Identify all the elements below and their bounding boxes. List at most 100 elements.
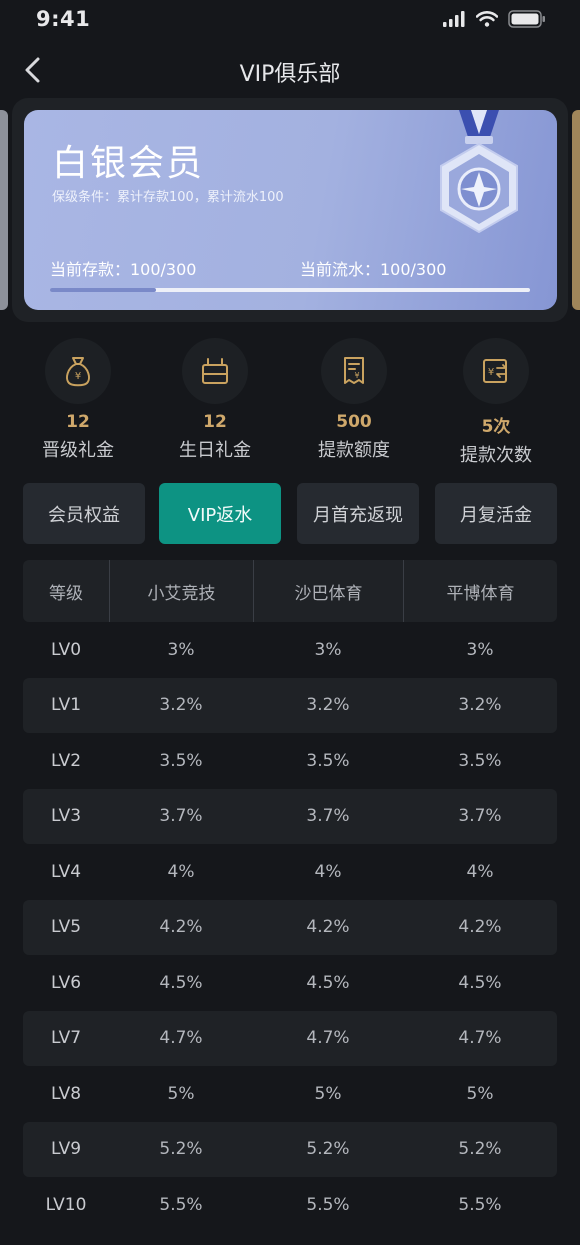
level-progress-bar bbox=[50, 288, 530, 292]
perk-icon-circle bbox=[182, 338, 248, 404]
rebate-cell: 3.7% bbox=[159, 806, 203, 827]
prev-card-peek[interactable] bbox=[0, 110, 8, 310]
current-flow: 当前流水：100/300 bbox=[300, 260, 447, 279]
rebate-cell: 3.5% bbox=[159, 750, 203, 771]
rebate-cell: 5.2% bbox=[306, 1139, 350, 1160]
perk-label: 晋级礼金 bbox=[42, 440, 114, 461]
level-cell: LV1 bbox=[50, 695, 82, 716]
next-card-peek[interactable] bbox=[572, 110, 580, 310]
rebate-cell: 3.5% bbox=[458, 750, 502, 771]
perk-icon-circle: ¥ bbox=[45, 338, 111, 404]
rebate-cell: 4.5% bbox=[159, 972, 203, 993]
vip-level-card[interactable]: 白银会员 保级条件：累计存款100，累计流水100 当前存款：100/300 当… bbox=[24, 110, 557, 310]
table-row: LV8 5% 5% 5% bbox=[23, 1066, 557, 1122]
level-cell: LV6 bbox=[50, 972, 82, 993]
perk-value: 5次 bbox=[481, 417, 511, 437]
receipt-icon: ¥ bbox=[344, 357, 364, 384]
rebate-cell: 5% bbox=[167, 1083, 195, 1104]
perk-value: 500 bbox=[336, 412, 372, 432]
rebate-cell: 5.5% bbox=[306, 1194, 350, 1215]
rebate-cell: 3.7% bbox=[458, 806, 502, 827]
level-cell: LV4 bbox=[50, 861, 82, 882]
table-row: LV9 5.2% 5.2% 5.2% bbox=[23, 1121, 557, 1177]
table-row: LV10 5.5% 5.5% 5.5% bbox=[23, 1177, 557, 1233]
column-header: 小艾竞技 bbox=[109, 560, 253, 622]
rebate-cell: 5% bbox=[314, 1083, 342, 1104]
rebate-cell: 4.7% bbox=[159, 1028, 203, 1049]
page-title: VIP俱乐部 bbox=[239, 62, 341, 87]
column-header: 沙巴体育 bbox=[253, 560, 403, 622]
perk-value: 12 bbox=[66, 412, 90, 432]
rebate-cell: 3.2% bbox=[306, 695, 350, 716]
column-header: 平博体育 bbox=[403, 560, 557, 622]
tab-bar: 会员权益 VIP返水 月首充返现 月复活金 bbox=[23, 483, 557, 545]
rebate-cell: 5.5% bbox=[159, 1194, 203, 1215]
perk-icon-circle: ¥ bbox=[321, 338, 387, 404]
rebate-cell: 4.2% bbox=[458, 917, 502, 938]
rebate-cell: 5.5% bbox=[458, 1194, 502, 1215]
money-bag-icon: ¥ bbox=[66, 357, 90, 387]
perk-label: 提款次数 bbox=[460, 445, 532, 466]
level-cell: LV8 bbox=[50, 1083, 82, 1104]
perk-value: 12 bbox=[203, 412, 227, 432]
table-row: LV1 3.2% 3.2% 3.2% bbox=[23, 677, 557, 733]
keep-level-condition: 保级条件：累计存款100，累计流水100 bbox=[52, 190, 284, 205]
status-bar: 9:41 bbox=[0, 0, 580, 40]
level-cell: LV7 bbox=[50, 1028, 82, 1049]
level-cell: LV0 bbox=[50, 639, 82, 660]
vip-level-name: 白银会员 bbox=[52, 143, 205, 184]
perk-icon-circle: ¥ bbox=[463, 338, 529, 404]
table-row: LV0 3% 3% 3% bbox=[23, 622, 557, 678]
perk-withdraw-count[interactable]: ¥ 5次 提款次数 bbox=[436, 338, 556, 467]
rebate-cell: 5.2% bbox=[159, 1139, 203, 1160]
rebate-cell: 4.2% bbox=[306, 917, 350, 938]
rebate-cell: 4.2% bbox=[159, 917, 203, 938]
status-time: 9:41 bbox=[36, 7, 91, 31]
rebate-cell: 3.2% bbox=[159, 695, 203, 716]
tab-monthly-revival[interactable]: 月复活金 bbox=[435, 483, 557, 544]
rebate-cell: 4% bbox=[466, 861, 494, 882]
rebate-cell: 3% bbox=[314, 639, 342, 660]
perk-label: 提款额度 bbox=[318, 440, 390, 461]
table-header: 等级 小艾竞技 沙巴体育 平博体育 bbox=[23, 560, 557, 622]
rebate-cell: 3.7% bbox=[306, 806, 350, 827]
perk-upgrade-bonus[interactable]: ¥ 12 晋级礼金 bbox=[18, 338, 138, 462]
rebate-cell: 3.2% bbox=[458, 695, 502, 716]
exchange-icon: ¥ bbox=[483, 359, 507, 383]
nav-bar: VIP俱乐部 bbox=[0, 44, 580, 96]
silver-medal-icon bbox=[440, 110, 518, 234]
level-cell: LV5 bbox=[50, 917, 82, 938]
rebate-cell: 3.5% bbox=[306, 750, 350, 771]
rebate-cell: 5.2% bbox=[458, 1139, 502, 1160]
tab-member-benefits[interactable]: 会员权益 bbox=[23, 483, 145, 544]
rebate-table: 等级 小艾竞技 沙巴体育 平博体育 LV0 3% 3% 3% LV1 3.2% 3.2% 3.… bbox=[23, 560, 557, 1233]
rebate-cell: 3% bbox=[167, 639, 195, 660]
perk-birthday-bonus[interactable]: 12 生日礼金 bbox=[155, 338, 275, 462]
table-row: LV7 4.7% 4.7% 4.7% bbox=[23, 1010, 557, 1066]
table-row: LV4 4% 4% 4% bbox=[23, 844, 557, 900]
tab-monthly-first-deposit[interactable]: 月首充返现 bbox=[297, 483, 419, 544]
rebate-cell: 4.5% bbox=[458, 972, 502, 993]
table-row: LV2 3.5% 3.5% 3.5% bbox=[23, 733, 557, 789]
tab-vip-rebate[interactable]: VIP返水 bbox=[159, 483, 281, 544]
level-cell: LV2 bbox=[50, 750, 82, 771]
level-cell: LV10 bbox=[45, 1194, 87, 1215]
level-cell: LV9 bbox=[50, 1139, 82, 1160]
perks-row: ¥ 12 晋级礼金 12 生日礼金 ¥ 500 提款额度 ¥ 5次 提款次数 bbox=[0, 338, 580, 468]
table-body: LV0 3% 3% 3% LV1 3.2% 3.2% 3.2% LV2 3.5% 3.5% 3.5% L… bbox=[23, 622, 557, 1233]
rebate-cell: 4.7% bbox=[458, 1028, 502, 1049]
rebate-cell: 4.7% bbox=[306, 1028, 350, 1049]
rebate-cell: 4% bbox=[314, 861, 342, 882]
table-row: LV3 3.7% 3.7% 3.7% bbox=[23, 788, 557, 844]
perk-withdraw-limit[interactable]: ¥ 500 提款额度 bbox=[294, 338, 414, 462]
column-header: 等级 bbox=[49, 583, 83, 604]
perk-label: 生日礼金 bbox=[179, 440, 251, 461]
current-deposit: 当前存款：100/300 bbox=[50, 260, 197, 279]
wifi-icon bbox=[476, 11, 498, 27]
table-row: LV6 4.5% 4.5% 4.5% bbox=[23, 955, 557, 1011]
level-progress-fill bbox=[50, 288, 156, 292]
gift-box-icon bbox=[202, 358, 228, 384]
rebate-cell: 3% bbox=[466, 639, 494, 660]
svg-text:¥: ¥ bbox=[488, 367, 494, 378]
svg-text:¥: ¥ bbox=[75, 371, 81, 382]
